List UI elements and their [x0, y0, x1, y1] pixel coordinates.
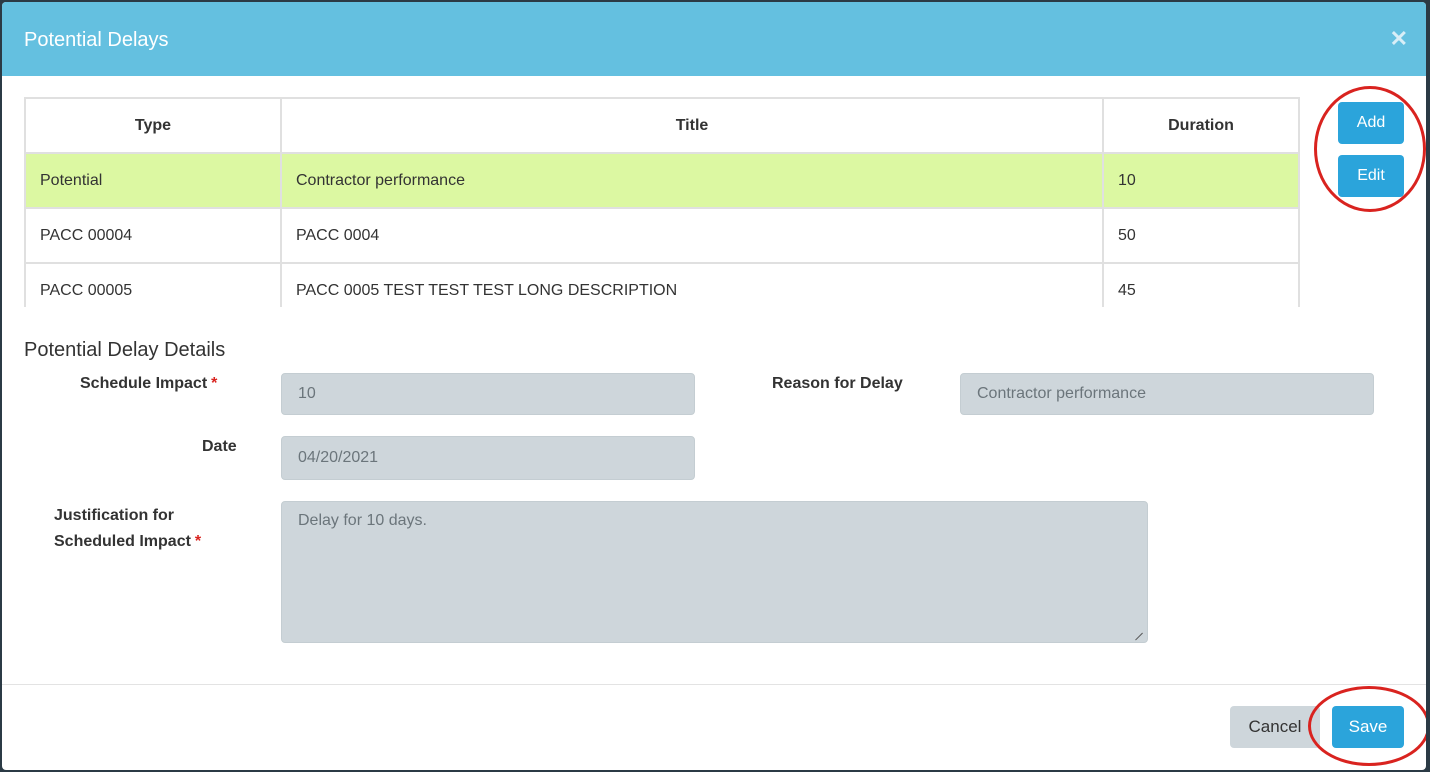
cell-duration: 50 — [1102, 207, 1300, 264]
table-header-row: Type Title Duration — [24, 97, 1300, 154]
cell-type: Potential — [24, 152, 282, 209]
modal-header: Potential Delays ✕ — [2, 2, 1426, 76]
cell-type: PACC 00004 — [24, 207, 282, 264]
cell-title: PACC 0004 — [280, 207, 1104, 264]
cancel-button[interactable]: Cancel — [1230, 706, 1320, 748]
column-header-type[interactable]: Type — [24, 97, 282, 154]
resize-handle-icon[interactable] — [1128, 625, 1143, 641]
cell-title: Contractor performance — [280, 152, 1104, 209]
table-row[interactable]: PACC 00004 PACC 0004 50 — [24, 207, 1300, 264]
cell-duration: 10 — [1102, 152, 1300, 209]
modal-title: Potential Delays — [24, 29, 169, 51]
schedule-impact-field[interactable]: 10 — [281, 373, 695, 415]
date-label: Date — [202, 438, 237, 455]
reason-for-delay-label: Reason for Delay — [772, 375, 903, 392]
column-header-duration[interactable]: Duration — [1102, 97, 1300, 154]
required-marker: * — [211, 375, 218, 392]
delays-table: Type Title Duration Potential Contractor… — [24, 97, 1300, 307]
annotation-ring-add-edit — [1314, 86, 1426, 212]
reason-for-delay-field[interactable]: Contractor performance — [960, 373, 1374, 415]
column-header-title[interactable]: Title — [280, 97, 1104, 154]
cell-type: PACC 00005 — [24, 262, 282, 307]
section-title: Potential Delay Details — [24, 339, 226, 361]
table-row-selected[interactable]: Potential Contractor performance 10 — [24, 152, 1300, 209]
potential-delays-modal: Potential Delays ✕ Type Title Duration P… — [2, 2, 1426, 770]
justification-text: Delay for 10 days. — [298, 512, 427, 529]
footer-divider — [2, 684, 1426, 685]
table-row[interactable]: PACC 00005 PACC 0005 TEST TEST TEST LONG… — [24, 262, 1300, 307]
justification-label: Justification for Scheduled Impact * — [54, 507, 202, 550]
delays-table-container[interactable]: Type Title Duration Potential Contractor… — [24, 97, 1300, 307]
required-marker: * — [194, 533, 202, 550]
date-field[interactable]: 04/20/2021 — [281, 436, 695, 480]
close-icon[interactable]: ✕ — [1390, 26, 1408, 52]
schedule-impact-label: Schedule Impact * — [80, 375, 218, 392]
cell-title: PACC 0005 TEST TEST TEST LONG DESCRIPTIO… — [280, 262, 1104, 307]
justification-textarea[interactable]: Delay for 10 days. — [281, 501, 1148, 643]
cell-duration: 45 — [1102, 262, 1300, 307]
annotation-ring-save — [1308, 686, 1426, 766]
